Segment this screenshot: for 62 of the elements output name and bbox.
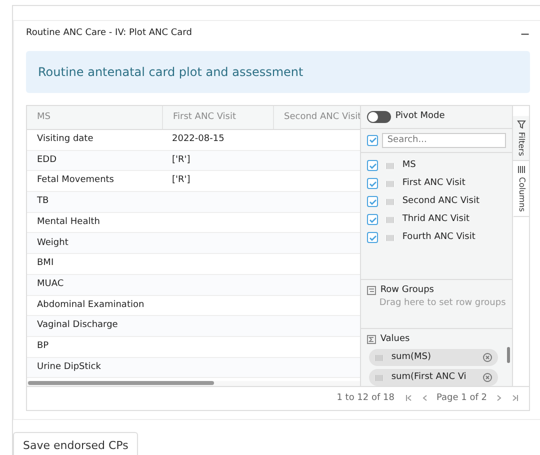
drag-handle-icon[interactable]: [375, 374, 384, 382]
column-label: Second ANC Visit: [402, 194, 480, 208]
info-alert: Routine antenatal card plot and assessment: [26, 51, 530, 93]
columns-icon: [517, 164, 526, 174]
drag-handle-icon[interactable]: [386, 162, 394, 170]
section-title: Row Groups: [380, 284, 434, 297]
first-page-button[interactable]: [404, 394, 412, 404]
row-count: 1 to 12 of 18: [336, 392, 394, 405]
close-icon[interactable]: [483, 353, 492, 362]
column-label: MS: [402, 158, 416, 172]
column-checkbox[interactable]: [367, 178, 378, 189]
page-indicator: Page 1 of 2: [436, 392, 487, 405]
table-cell-text: Weight: [36, 236, 70, 250]
table-cell-text: MUAC: [36, 278, 65, 291]
table-cell-text: Mental Health: [36, 216, 101, 229]
table-cell-text: Vaginal Discharge: [36, 319, 119, 332]
row-groups-icon: [367, 286, 376, 295]
select-all-checkbox[interactable]: [367, 134, 378, 146]
collapse-button[interactable]: −: [520, 28, 530, 40]
column-checkbox[interactable]: [367, 232, 378, 243]
card-title: Routine ANC Care - IV: Plot ANC Card: [26, 27, 192, 40]
scrollbar[interactable]: [27, 381, 360, 386]
drag-handle-icon[interactable]: [386, 198, 394, 206]
chip-label: sum(MS): [391, 350, 432, 364]
value-chip[interactable]: sum(MS): [369, 349, 498, 366]
table-cell-text: TB: [36, 195, 50, 208]
table-cell-text: Abdominal Examination: [36, 298, 146, 312]
scrollbar[interactable]: [507, 346, 510, 362]
filter-icon: [516, 120, 526, 129]
table-cell-text: ['R']: [171, 174, 192, 188]
table-cell-text: EDD: [36, 154, 58, 167]
table-cell-text: BMI: [36, 257, 55, 270]
drag-handle-icon[interactable]: [386, 216, 394, 224]
column-label: First ANC Visit: [402, 176, 466, 190]
sigma-icon: [367, 334, 376, 344]
drag-handle-icon[interactable]: [386, 180, 394, 188]
table-cell-text: 2022-08-15: [171, 133, 226, 146]
drag-handle-icon[interactable]: [375, 354, 384, 362]
table-cell-text: Fetal Movements: [36, 174, 115, 188]
pivot-toggle[interactable]: [367, 110, 392, 123]
table-cell-text: Visiting date: [36, 133, 94, 146]
value-chip[interactable]: sum(First ANC Vi: [369, 369, 498, 386]
close-icon[interactable]: [483, 373, 492, 382]
column-label: Fourth ANC Visit: [402, 230, 476, 244]
save-button[interactable]: Save endorsed CPs: [13, 432, 138, 455]
previous-page-button[interactable]: [420, 394, 428, 404]
next-page-button[interactable]: [495, 394, 503, 404]
column-checkbox[interactable]: [367, 214, 378, 225]
drag-handle-icon[interactable]: [386, 234, 394, 242]
search-field[interactable]: Search...: [382, 132, 506, 148]
side-tab[interactable]: Filters: [513, 116, 529, 161]
section-title: Values: [380, 332, 410, 346]
pivot-mode-label: Pivot Mode: [395, 110, 445, 123]
column-checkbox[interactable]: [367, 160, 378, 171]
chip-label: sum(First ANC Vi: [391, 370, 468, 384]
last-page-button[interactable]: [511, 394, 519, 404]
column-checkbox[interactable]: [367, 196, 378, 207]
table-cell-text: ['R']: [171, 154, 192, 167]
table-cell-text: Urine DipStick: [36, 360, 102, 374]
table-cell-text: BP: [36, 340, 50, 353]
column-label: Thrid ANC Visit: [402, 212, 470, 226]
drop-hint: Drag here to set row groups: [378, 297, 506, 310]
